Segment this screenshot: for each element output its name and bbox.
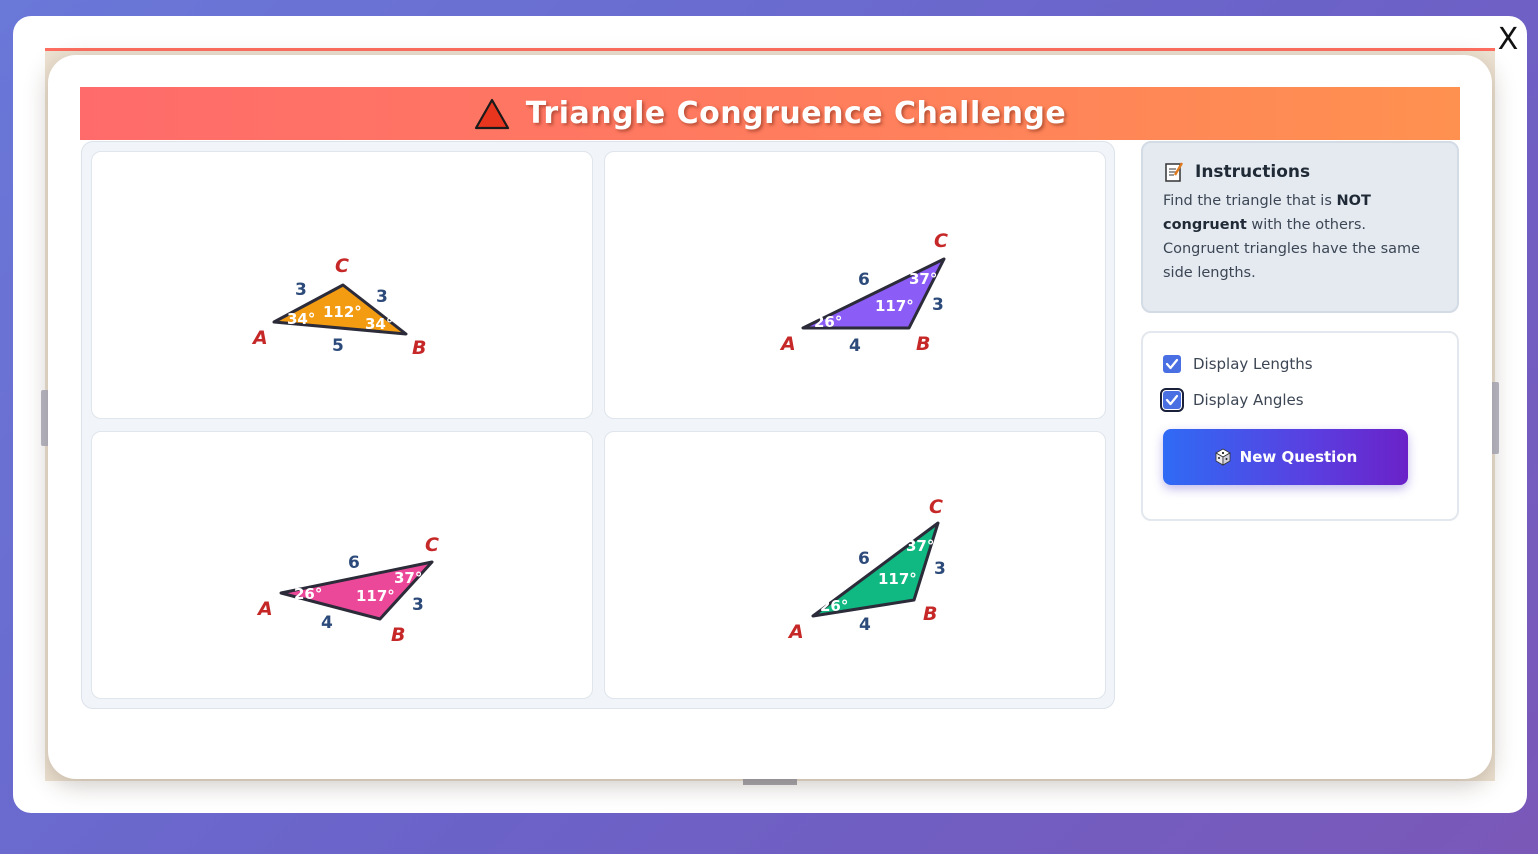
dice-icon: [1214, 448, 1231, 466]
vertex-label-a: A: [256, 598, 273, 620]
display-angles-checkbox[interactable]: [1160, 388, 1184, 412]
angle-label-a: 26°: [814, 313, 842, 331]
angle-label-c: 37°: [394, 569, 422, 587]
side-label-cb: 3: [412, 595, 424, 615]
triangle-card-2[interactable]: A B C 6 3 4 26° 117° 37°: [604, 151, 1106, 419]
triangle-card-3[interactable]: A B C 6 3 4 26° 117° 37°: [91, 431, 593, 699]
warning-triangle-icon: [474, 98, 509, 129]
display-angles-toggle[interactable]: Display Angles: [1160, 388, 1304, 412]
instructions-text-start: Find the triangle that is: [1163, 193, 1337, 209]
vertex-label-c: C: [934, 230, 948, 252]
instructions-panel: Instructions Find the triangle that is N…: [1141, 141, 1459, 313]
angle-label-b: 117°: [875, 297, 914, 315]
triangle-figure-1: A B C 3 3 5 34° 112° 34°: [251, 255, 426, 359]
vertex-label-b: B: [391, 624, 405, 646]
angle-label-a: 26°: [820, 597, 848, 615]
checkmark-icon: [1165, 358, 1179, 370]
checkmark-icon: [1165, 394, 1179, 406]
vertex-label-c: C: [929, 496, 943, 518]
vertex-label-a: A: [787, 621, 804, 643]
instructions-text: Find the triangle that is NOT congruent …: [1163, 189, 1437, 285]
triangle-figure-4: A B C 6 3 4 26° 117° 37°: [787, 496, 946, 643]
vertex-label-a: A: [779, 333, 796, 355]
page-title: Triangle Congruence Challenge: [525, 96, 1067, 131]
new-question-label: New Question: [1239, 448, 1358, 466]
side-label-cb: 3: [932, 295, 944, 315]
side-label-ab: 4: [859, 615, 871, 635]
controls-panel: Display Lengths Display Angles New Quest…: [1141, 331, 1459, 521]
angle-label-b: 34°: [365, 315, 393, 333]
vertex-label-a: A: [251, 327, 268, 349]
title-banner: Triangle Congruence Challenge: [80, 87, 1460, 140]
angle-label-c: 112°: [323, 303, 362, 321]
side-label-cb: 3: [934, 559, 946, 579]
triangle-figure-2: A B C 6 3 4 26° 117° 37°: [779, 230, 948, 356]
display-angles-label: Display Angles: [1193, 391, 1304, 409]
bottom-edge-tab: [743, 778, 797, 785]
memo-icon: [1165, 162, 1184, 182]
display-lengths-label: Display Lengths: [1193, 355, 1313, 373]
side-label-cb: 3: [376, 287, 388, 307]
close-button[interactable]: X: [1494, 22, 1522, 58]
display-lengths-toggle[interactable]: Display Lengths: [1163, 355, 1313, 373]
angle-label-c: 37°: [906, 537, 934, 555]
vertex-label-b: B: [923, 603, 937, 625]
side-label-ab: 5: [332, 336, 344, 356]
angle-label-a: 34°: [287, 310, 315, 328]
side-label-ac: 6: [858, 270, 870, 290]
triangle-card-1[interactable]: A B C 3 3 5 34° 112° 34°: [91, 151, 593, 419]
side-label-ac: 6: [348, 553, 360, 573]
triangle-figure-3: A B C 6 3 4 26° 117° 37°: [256, 534, 439, 646]
side-label-ac: 6: [858, 549, 870, 569]
triangle-grid: A B C 3 3 5 34° 112° 34° A B C 6 3 4 26°…: [81, 141, 1115, 709]
instructions-title: Instructions: [1195, 162, 1311, 182]
angle-label-c: 37°: [909, 270, 937, 288]
instructions-header: Instructions: [1163, 161, 1437, 183]
side-label-ab: 4: [321, 613, 333, 633]
angle-label-a: 26°: [294, 585, 322, 603]
side-label-ab: 4: [849, 336, 861, 356]
display-lengths-checkbox[interactable]: [1163, 355, 1181, 373]
vertex-label-c: C: [425, 534, 439, 556]
side-label-ac: 3: [295, 280, 307, 300]
angle-label-b: 117°: [356, 587, 395, 605]
angle-label-b: 117°: [878, 570, 917, 588]
vertex-label-b: B: [916, 333, 930, 355]
triangle-card-4[interactable]: A B C 6 3 4 26° 117° 37°: [604, 431, 1106, 699]
vertex-label-b: B: [412, 337, 426, 359]
new-question-button[interactable]: New Question: [1163, 429, 1408, 485]
vertex-label-c: C: [335, 255, 349, 277]
